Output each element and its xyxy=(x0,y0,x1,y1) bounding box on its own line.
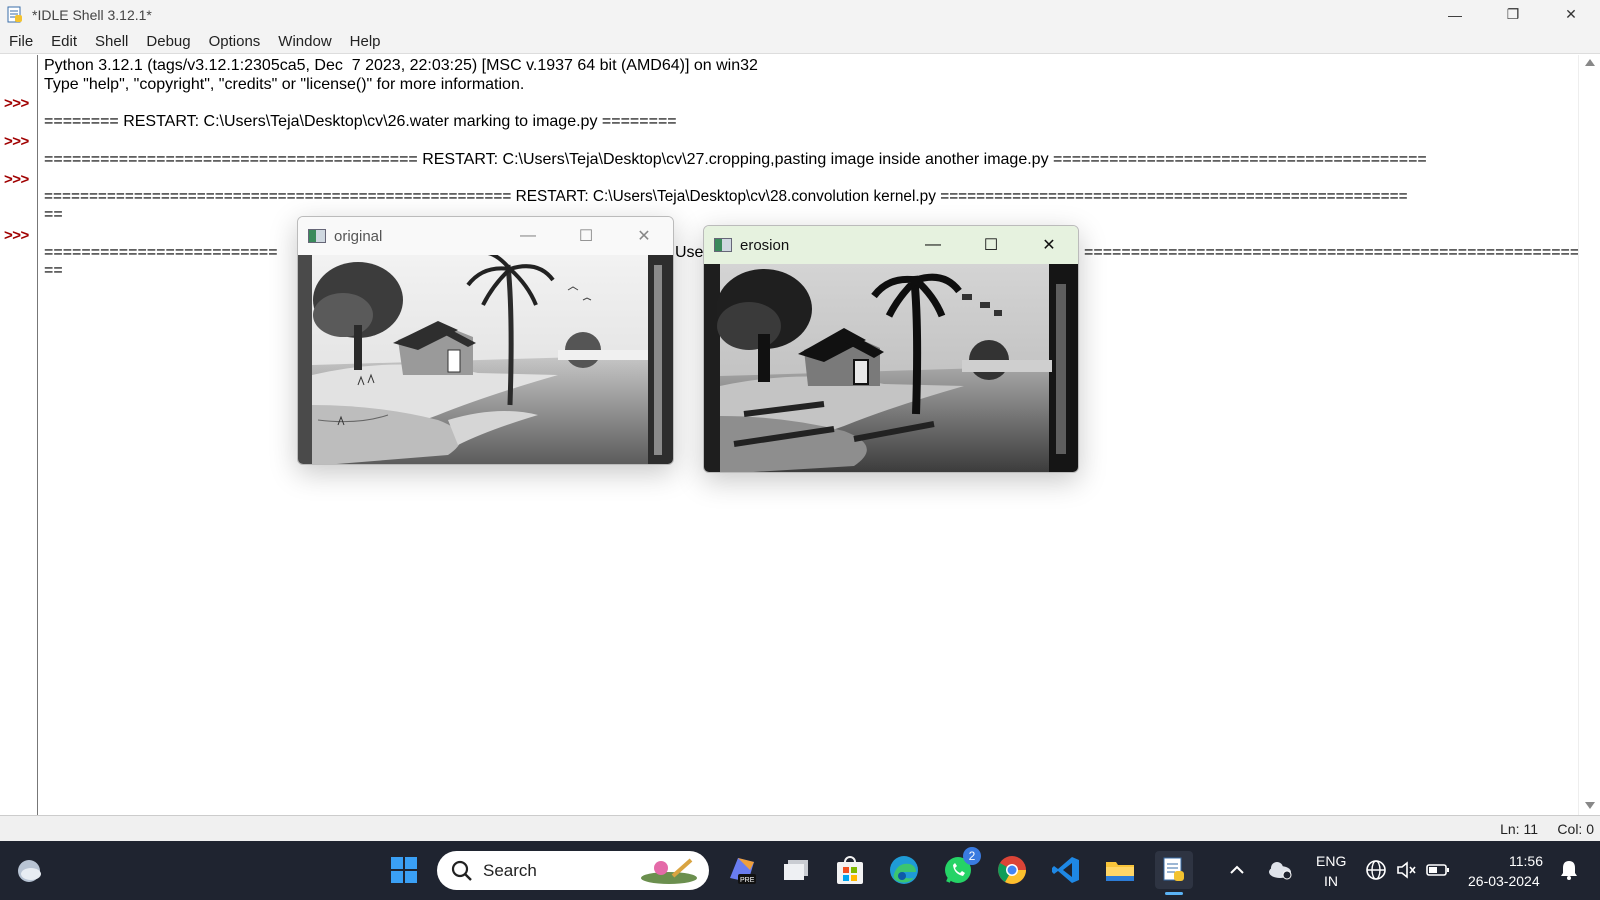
restore-button[interactable]: ❐ xyxy=(1484,0,1542,29)
copilot-pre-icon[interactable]: PRE xyxy=(723,851,761,889)
shell-prompt: >>> xyxy=(4,171,29,188)
menu-debug[interactable]: Debug xyxy=(137,33,199,50)
search-icon xyxy=(451,860,472,881)
original-image-window[interactable]: original — ☐ ✕ xyxy=(297,216,674,465)
menu-bar: File Edit Shell Debug Options Window Hel… xyxy=(0,29,1600,54)
window-title: *IDLE Shell 3.12.1* xyxy=(32,6,152,23)
restart-line: ========================================… xyxy=(44,188,1408,205)
show-hidden-icons-chevron-icon[interactable] xyxy=(1225,851,1249,889)
menu-window[interactable]: Window xyxy=(269,33,340,50)
task-view-icon[interactable] xyxy=(777,851,815,889)
battery-icon[interactable] xyxy=(1424,851,1452,889)
vscode-icon[interactable] xyxy=(1047,851,1085,889)
svg-text:PRE: PRE xyxy=(740,877,755,884)
restart-line-wrap: == xyxy=(44,206,63,223)
idle-taskbar-icon[interactable] xyxy=(1155,851,1193,895)
close-button[interactable]: ✕ xyxy=(1542,0,1600,29)
erosion-image xyxy=(704,264,1078,472)
clock-time[interactable]: 11:56 xyxy=(1509,853,1543,869)
menu-help[interactable]: Help xyxy=(341,33,390,50)
onedrive-sync-icon[interactable] xyxy=(1264,851,1296,889)
opencv-window-icon xyxy=(714,238,732,252)
restart-line-wrap: == xyxy=(44,262,63,279)
language-indicator[interactable]: ENG xyxy=(1316,853,1346,869)
erosion-window-titlebar[interactable]: erosion — ☐ ✕ xyxy=(704,226,1078,264)
scroll-down-arrow-icon[interactable] xyxy=(1585,802,1595,809)
original-window-titlebar[interactable]: original — ☐ ✕ xyxy=(298,217,673,255)
line-number: Ln: 11 xyxy=(1500,821,1538,837)
restart-line: ======== RESTART: C:\Users\Teja\Desktop\… xyxy=(44,113,677,130)
banner-line: Type "help", "copyright", "credits" or "… xyxy=(44,76,525,93)
microsoft-store-icon[interactable] xyxy=(831,851,869,889)
restart-line-partial: Use xyxy=(675,244,704,261)
prompt-gutter: >>> >>> >>> >>> xyxy=(0,55,38,815)
original-window-title: original xyxy=(334,227,383,245)
restart-line-partial: ========================================… xyxy=(1084,244,1578,261)
vertical-scrollbar[interactable] xyxy=(1578,55,1600,815)
banner-line: Python 3.12.1 (tags/v3.12.1:2305ca5, Dec… xyxy=(44,57,758,74)
erosion-image-window[interactable]: erosion — ☐ ✕ xyxy=(703,225,1079,473)
region-indicator[interactable]: IN xyxy=(1324,873,1338,889)
notification-badge: 2 xyxy=(963,847,981,865)
restart-line: ========================================… xyxy=(44,151,1427,168)
search-highlight-icon xyxy=(641,858,697,884)
opencv-window-icon xyxy=(308,229,326,243)
network-globe-icon[interactable] xyxy=(1362,851,1390,889)
notification-bell-icon[interactable] xyxy=(1555,851,1583,889)
volume-muted-icon[interactable] xyxy=(1392,851,1420,889)
minimize-button[interactable]: — xyxy=(1426,0,1484,29)
close-icon[interactable]: ✕ xyxy=(615,217,673,255)
menu-file[interactable]: File xyxy=(0,33,42,50)
erosion-window-title: erosion xyxy=(740,236,790,254)
shell-prompt: >>> xyxy=(4,95,29,112)
idle-app-icon xyxy=(4,4,26,26)
minimize-icon[interactable]: — xyxy=(499,217,557,255)
restore-icon: ❐ xyxy=(1506,6,1520,22)
windows-start-icon[interactable] xyxy=(385,851,423,889)
menu-shell[interactable]: Shell xyxy=(86,33,137,50)
status-bar: Ln: 11 Col: 0 xyxy=(0,815,1600,841)
menu-options[interactable]: Options xyxy=(200,33,270,50)
maximize-icon[interactable]: ☐ xyxy=(962,226,1020,264)
weather-widget-icon[interactable] xyxy=(10,851,48,889)
close-icon[interactable]: ✕ xyxy=(1020,226,1078,264)
close-icon: ✕ xyxy=(1565,6,1577,22)
minimize-icon: — xyxy=(1448,6,1462,23)
scroll-up-arrow-icon[interactable] xyxy=(1585,59,1595,66)
whatsapp-icon[interactable]: 2 xyxy=(939,847,981,889)
column-number: Col: 0 xyxy=(1557,821,1594,837)
taskbar: Search PRE 2 ENG IN 11:56 26-03-2024 xyxy=(0,841,1600,900)
shell-prompt: >>> xyxy=(4,227,29,244)
menu-edit[interactable]: Edit xyxy=(42,33,86,50)
file-explorer-icon[interactable] xyxy=(1101,851,1139,889)
minimize-icon[interactable]: — xyxy=(904,226,962,264)
chrome-browser-icon[interactable] xyxy=(993,851,1031,889)
search-label: Search xyxy=(483,860,537,880)
title-bar: *IDLE Shell 3.12.1* — ❐ ✕ xyxy=(0,0,1600,29)
maximize-icon[interactable]: ☐ xyxy=(557,217,615,255)
shell-prompt: >>> xyxy=(4,133,29,150)
edge-browser-icon[interactable] xyxy=(885,851,923,889)
clock-date[interactable]: 26-03-2024 xyxy=(1468,873,1540,889)
original-image xyxy=(298,251,673,464)
restart-line-partial: ========================= xyxy=(44,244,278,261)
active-app-indicator xyxy=(1165,892,1183,895)
taskbar-search-box[interactable]: Search xyxy=(437,851,709,890)
